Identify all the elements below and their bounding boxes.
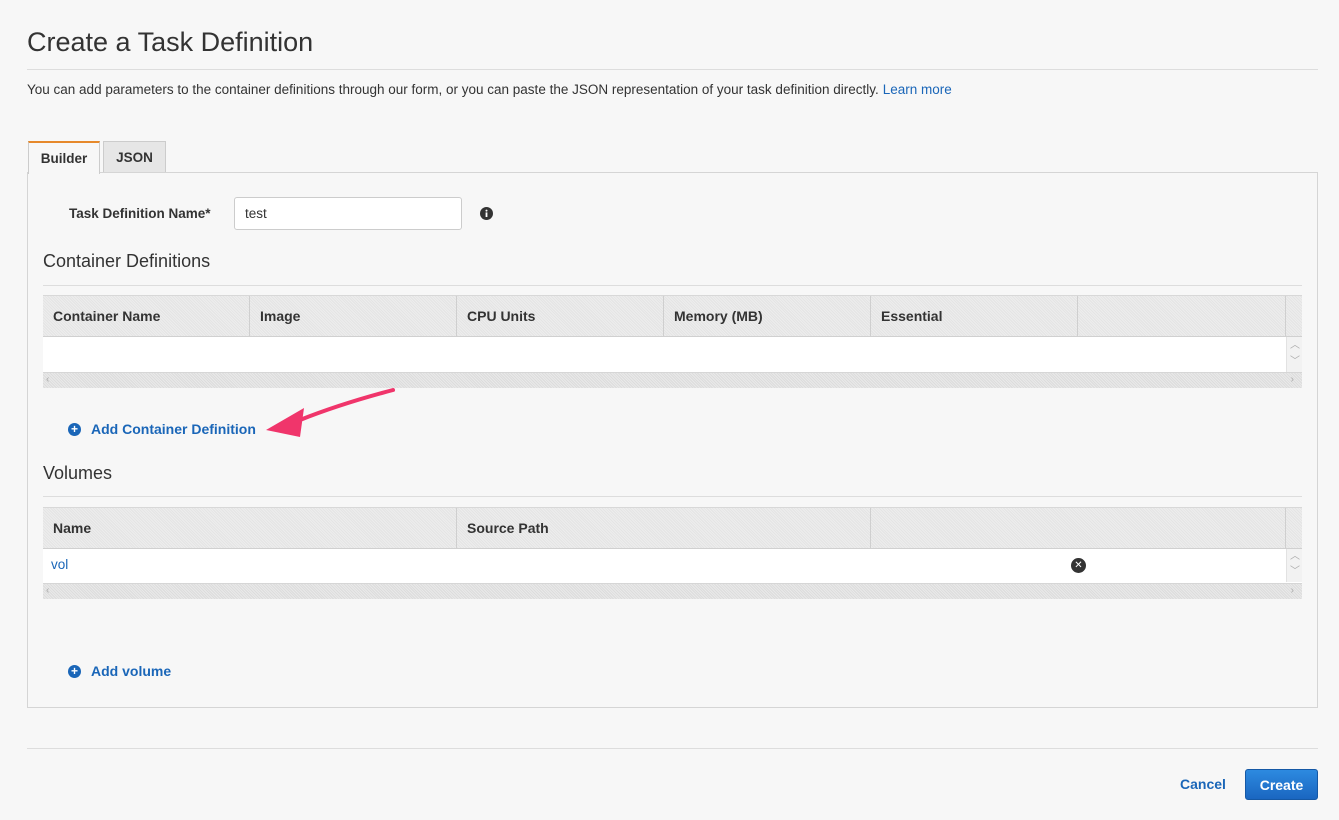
scroll-right-arrow-icon[interactable]: › bbox=[1291, 375, 1294, 385]
tab-json[interactable]: JSON bbox=[103, 141, 166, 173]
volumes-title: Volumes bbox=[43, 463, 113, 483]
volumes-table-header: Name Source Path bbox=[43, 507, 1302, 549]
scroll-left-arrow-icon[interactable]: ‹ bbox=[46, 375, 49, 385]
create-button[interactable]: Create bbox=[1245, 769, 1318, 800]
container-definitions-title: Container Definitions bbox=[43, 251, 211, 271]
scroll-left-arrow-icon[interactable]: ‹ bbox=[46, 586, 49, 596]
column-header-cpu-units[interactable]: CPU Units bbox=[457, 296, 664, 336]
container-table-vertical-scrollbar[interactable]: ︿ ﹀ bbox=[1286, 337, 1302, 372]
title-divider bbox=[27, 69, 1318, 70]
column-header-source-path[interactable]: Source Path bbox=[457, 508, 871, 548]
builder-panel bbox=[27, 172, 1318, 708]
tab-builder[interactable]: Builder bbox=[28, 141, 100, 174]
remove-circle-icon[interactable]: ✕ bbox=[1071, 558, 1086, 573]
header-scroll-spacer bbox=[1286, 296, 1302, 336]
container-table-horizontal-scrollbar[interactable]: ‹ › bbox=[43, 372, 1302, 388]
volumes-divider bbox=[43, 496, 1302, 497]
intro-description: You can add parameters to the container … bbox=[27, 82, 879, 97]
column-header-actions bbox=[1078, 296, 1286, 336]
add-volume-link[interactable]: + Add volume bbox=[68, 663, 171, 679]
column-header-image[interactable]: Image bbox=[250, 296, 457, 336]
header-scroll-spacer bbox=[1286, 508, 1302, 548]
container-definitions-divider bbox=[43, 285, 1302, 286]
task-definition-name-label: Task Definition Name* bbox=[69, 206, 211, 221]
scroll-up-arrow-icon[interactable]: ︿ bbox=[1290, 341, 1300, 351]
scroll-up-arrow-icon[interactable]: ︿ bbox=[1290, 552, 1300, 562]
volume-name-link[interactable]: vol bbox=[51, 557, 68, 572]
learn-more-link[interactable]: Learn more bbox=[883, 82, 952, 97]
column-header-memory[interactable]: Memory (MB) bbox=[664, 296, 871, 336]
table-row: vol ✕ bbox=[43, 549, 1286, 580]
cancel-button[interactable]: Cancel bbox=[1172, 769, 1234, 799]
column-header-name[interactable]: Name bbox=[43, 508, 457, 548]
add-container-definition-link[interactable]: + Add Container Definition bbox=[68, 421, 256, 437]
task-definition-name-input[interactable] bbox=[234, 197, 462, 230]
volumes-table-horizontal-scrollbar[interactable]: ‹ › bbox=[43, 583, 1302, 599]
column-header-volume-actions bbox=[871, 508, 1286, 548]
info-icon[interactable] bbox=[480, 207, 493, 220]
volumes-table-vertical-scrollbar[interactable]: ︿ ﹀ bbox=[1286, 549, 1302, 582]
column-header-essential[interactable]: Essential bbox=[871, 296, 1078, 336]
scroll-down-arrow-icon[interactable]: ﹀ bbox=[1290, 567, 1300, 577]
scroll-right-arrow-icon[interactable]: › bbox=[1291, 586, 1294, 596]
volumes-table: Name Source Path vol ✕ ︿ ﹀ ‹ › bbox=[43, 507, 1302, 599]
add-container-definition-label: Add Container Definition bbox=[91, 421, 256, 437]
column-header-container-name[interactable]: Container Name bbox=[43, 296, 250, 336]
plus-circle-icon: + bbox=[68, 664, 81, 678]
add-volume-label: Add volume bbox=[91, 663, 172, 679]
intro-text: You can add parameters to the container … bbox=[27, 82, 952, 97]
plus-circle-icon: + bbox=[68, 422, 81, 436]
footer-divider bbox=[27, 748, 1318, 749]
scroll-down-arrow-icon[interactable]: ﹀ bbox=[1290, 357, 1300, 367]
container-definitions-table: Container Name Image CPU Units Memory (M… bbox=[43, 295, 1302, 388]
page-title: Create a Task Definition bbox=[27, 27, 314, 57]
container-table-header: Container Name Image CPU Units Memory (M… bbox=[43, 295, 1302, 337]
